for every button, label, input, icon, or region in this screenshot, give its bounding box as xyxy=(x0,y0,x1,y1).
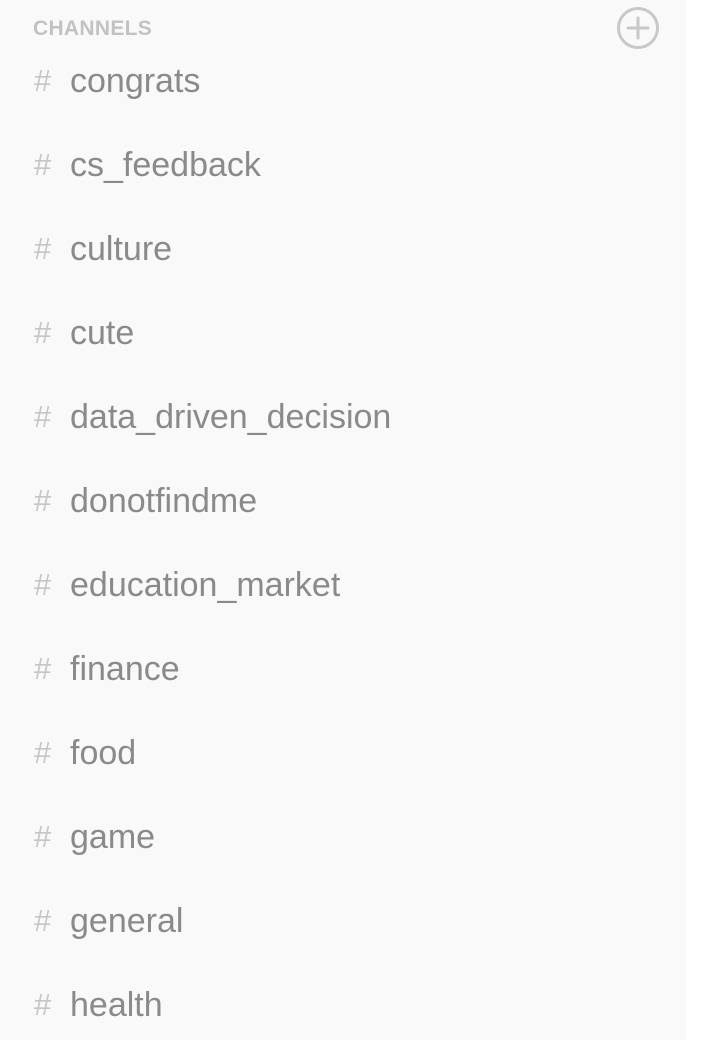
channel-item-food[interactable]: # food xyxy=(0,712,686,796)
channel-label: food xyxy=(70,734,137,772)
hash-icon: # xyxy=(34,987,52,1022)
channel-item-game[interactable]: # game xyxy=(0,796,686,880)
hash-icon: # xyxy=(34,903,52,938)
channel-label: game xyxy=(70,818,156,856)
hash-icon: # xyxy=(34,483,52,518)
channel-label: donotfindme xyxy=(70,482,258,520)
channel-item-cs-feedback[interactable]: # cs_feedback xyxy=(0,124,686,208)
hash-icon: # xyxy=(34,399,52,434)
channel-label: culture xyxy=(70,230,173,268)
channel-label: education_market xyxy=(70,566,341,604)
hash-icon: # xyxy=(34,735,52,770)
channel-item-health[interactable]: # health xyxy=(0,964,686,1040)
channels-heading[interactable]: CHANNELS xyxy=(33,17,152,41)
channel-item-general[interactable]: # general xyxy=(0,880,686,964)
channel-list: # congrats # cs_feedback # culture # cut… xyxy=(0,40,686,1040)
hash-icon: # xyxy=(34,651,52,686)
channel-item-finance[interactable]: # finance xyxy=(0,628,686,712)
channel-label: cute xyxy=(70,314,135,352)
channel-label: cs_feedback xyxy=(70,146,261,184)
channel-sidebar: CHANNELS # congrats # cs_feedback # cult… xyxy=(0,0,686,1040)
channel-item-congrats[interactable]: # congrats xyxy=(0,40,686,124)
hash-icon: # xyxy=(34,819,52,854)
hash-icon: # xyxy=(34,315,52,350)
channel-label: finance xyxy=(70,650,180,688)
hash-icon: # xyxy=(34,147,52,182)
channel-label: congrats xyxy=(70,62,201,100)
hash-icon: # xyxy=(34,63,52,98)
channel-item-culture[interactable]: # culture xyxy=(0,208,686,292)
channel-label: health xyxy=(70,986,163,1024)
channel-item-donotfindme[interactable]: # donotfindme xyxy=(0,460,686,544)
hash-icon: # xyxy=(34,231,52,266)
channel-item-cute[interactable]: # cute xyxy=(0,292,686,376)
channel-item-education-market[interactable]: # education_market xyxy=(0,544,686,628)
channel-label: general xyxy=(70,902,184,940)
channel-label: data_driven_decision xyxy=(70,398,392,436)
channel-item-data-driven-decision[interactable]: # data_driven_decision xyxy=(0,376,686,460)
hash-icon: # xyxy=(34,567,52,602)
